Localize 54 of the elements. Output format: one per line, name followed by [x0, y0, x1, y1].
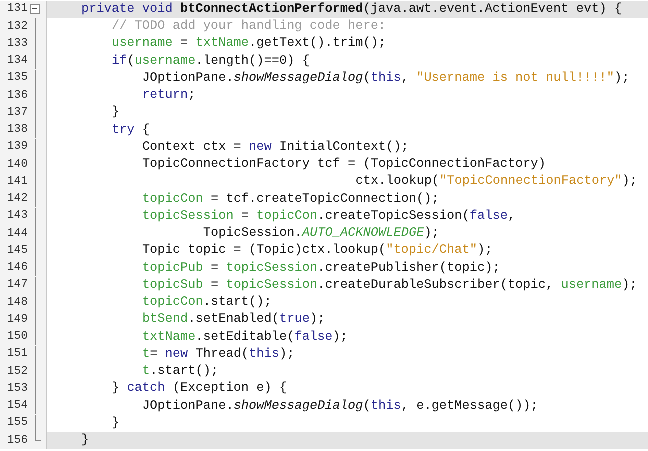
code-line: } [112, 416, 120, 430]
code-line: JOptionPane.showMessageDialog(this, "Username is not null!!!!"); [142, 72, 630, 84]
line-number: 142 [6, 193, 28, 205]
line-number: 151 [6, 348, 28, 360]
collapse-icon[interactable] [30, 4, 40, 14]
code-line: topicSub = topicSession.createDurableSubscriber(topic, username); [142, 278, 638, 292]
code-line: } [112, 106, 120, 119]
code-line: btSend.setEnabled(true); [142, 313, 326, 326]
line-number: 155 [6, 417, 28, 429]
line-number: 136 [6, 90, 28, 102]
code-line: username = txtName.getText().trim(); [112, 37, 386, 50]
line-number: 140 [6, 158, 28, 170]
code-line: topicCon.start(); [142, 296, 272, 309]
code-line: } [81, 434, 90, 447]
code-line: try { [112, 124, 150, 136]
code-line: topicPub = topicSession.createPublisher(topic); [142, 262, 500, 274]
code-line: return; [142, 89, 196, 102]
code-line: t.start(); [142, 365, 219, 378]
code-line: t= new Thread(this); [142, 348, 295, 360]
line-number: 154 [6, 400, 28, 412]
line-number: 144 [6, 228, 28, 240]
line-number: 150 [6, 331, 28, 343]
code-line: if(username.length()==0) { [112, 54, 310, 68]
code-line: } catch (Exception e) { [112, 382, 288, 395]
code-line: Context ctx = new InitialContext(); [142, 140, 409, 154]
code-line: private void btConnectActionPerformed(java.awt.event.ActionEvent evt) { [81, 2, 622, 16]
line-number: 132 [6, 20, 28, 32]
code-line: topicCon = tcf.createTopicConnection(); [142, 192, 440, 206]
code-line: TopicSession.AUTO_ACKNOWLEDGE); [203, 227, 440, 240]
code-line: Topic topic = (Topic)ctx.lookup("topic/Chat"); [142, 244, 493, 257]
line-number: 152 [6, 366, 28, 378]
code-line: JOptionPane.showMessageDialog(this, e.getMessage()); [142, 400, 538, 412]
line-number: 153 [6, 382, 28, 394]
line-number: 133 [6, 38, 28, 50]
line-number: 143 [6, 210, 28, 222]
code-line: // TODO add your handling code here: [112, 20, 386, 33]
code-line: txtName.setEditable(false); [142, 330, 348, 344]
line-number: 147 [6, 279, 28, 291]
line-number: 135 [6, 72, 28, 84]
line-number: 139 [6, 141, 28, 153]
line-number: 149 [6, 314, 28, 326]
line-number: 137 [6, 106, 28, 118]
code-line: ctx.lookup("TopicConnectionFactory"); [356, 175, 638, 188]
fold-end-icon [34, 432, 40, 441]
line-number: 131 [6, 3, 28, 15]
code-line: topicSession = topicCon.createTopicSession(false, [142, 210, 516, 222]
line-number: 156 [6, 434, 28, 446]
line-number: 134 [6, 55, 28, 67]
line-number: 145 [6, 244, 28, 256]
line-number: 138 [6, 124, 28, 136]
line-number: 141 [6, 176, 28, 188]
line-number: 148 [6, 296, 28, 308]
line-number: 146 [6, 262, 28, 274]
code-line: TopicConnectionFactory tcf = (TopicConnectionFactory) [142, 158, 546, 171]
